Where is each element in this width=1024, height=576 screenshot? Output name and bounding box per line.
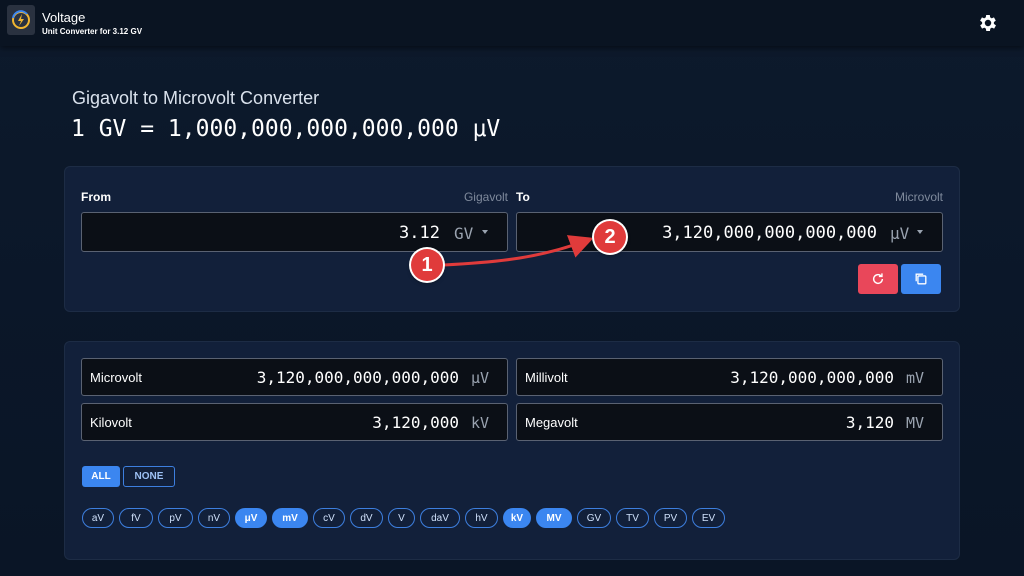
unit-toggle[interactable]: kV	[503, 508, 531, 528]
unit-toggle[interactable]: aV	[82, 508, 114, 528]
refresh-icon	[872, 273, 884, 285]
annotation-marker-1: 1	[411, 249, 443, 281]
app-subtitle: Unit Converter for 3.12 GV	[42, 27, 143, 36]
select-none-button[interactable]: NONE	[123, 466, 175, 487]
from-unit-name: Gigavolt	[463, 190, 508, 204]
result-unit: mV	[906, 369, 925, 387]
unit-toggle[interactable]: hV	[465, 508, 498, 528]
unit-toggle[interactable]: GV	[577, 508, 611, 528]
gear-icon[interactable]	[977, 12, 999, 34]
app-header: Voltage Unit Converter for 3.12 GV	[0, 0, 1024, 46]
chevron-down-icon[interactable]	[482, 230, 488, 234]
result-microvolt[interactable]: Microvolt 3,120,000,000,000,000 μV	[81, 358, 508, 396]
result-megavolt[interactable]: Megavolt 3,120 MV	[516, 403, 943, 441]
unit-toggle[interactable]: pV	[158, 508, 193, 528]
to-unit-name: Microvolt	[894, 190, 943, 204]
result-value: 3,120	[845, 413, 894, 432]
from-label: From	[81, 190, 111, 204]
result-unit: MV	[906, 414, 925, 432]
from-unit-select[interactable]: GV	[454, 224, 473, 243]
select-all-button[interactable]: ALL	[82, 466, 120, 487]
app-title: Voltage	[42, 10, 86, 25]
unit-toggle[interactable]: dV	[350, 508, 383, 528]
to-unit-select[interactable]: μV	[890, 224, 909, 243]
result-name: Millivolt	[525, 370, 568, 385]
chevron-down-icon[interactable]	[917, 230, 923, 234]
from-value: 3.12	[399, 223, 440, 243]
copy-button[interactable]	[901, 264, 941, 294]
result-name: Kilovolt	[90, 415, 132, 430]
to-label: To	[516, 190, 530, 204]
result-name: Microvolt	[90, 370, 143, 385]
unit-toggle[interactable]: daV	[420, 508, 460, 528]
result-name: Megavolt	[525, 415, 578, 430]
unit-toggle[interactable]: TV	[616, 508, 649, 528]
unit-toggle[interactable]: MV	[536, 508, 572, 528]
result-value: 3,120,000	[372, 413, 459, 432]
unit-filter-list: aV fV pV nV μV mV cV dV VdaV hV kV MV GV TV PV EV	[82, 508, 742, 528]
result-value: 3,120,000,000,000	[730, 368, 894, 387]
result-kilovolt[interactable]: Kilovolt 3,120,000 kV	[81, 403, 508, 441]
page-title: Gigavolt to Microvolt Converter	[72, 88, 320, 108]
result-value: 3,120,000,000,000,000	[256, 368, 459, 387]
unit-toggle[interactable]: mV	[272, 508, 308, 528]
copy-icon	[915, 273, 927, 285]
to-value: 3,120,000,000,000,000	[662, 223, 877, 243]
result-unit: kV	[471, 414, 490, 432]
unit-toggle[interactable]: PV	[654, 508, 687, 528]
conversion-formula: 1 GV = 1,000,000,000,000,000 μV	[71, 116, 501, 142]
annotation-marker-2: 2	[594, 221, 626, 253]
result-millivolt[interactable]: Millivolt 3,120,000,000,000 mV	[516, 358, 943, 396]
unit-toggle[interactable]: cV	[313, 508, 345, 528]
unit-toggle[interactable]: fV	[119, 508, 153, 528]
result-unit: μV	[471, 369, 490, 387]
unit-toggle[interactable]: EV	[692, 508, 725, 528]
unit-toggle[interactable]: V	[388, 508, 415, 528]
unit-toggle[interactable]: nV	[198, 508, 230, 528]
reset-button[interactable]	[858, 264, 898, 294]
unit-toggle[interactable]: μV	[235, 508, 267, 528]
from-input[interactable]: 3.12 GV	[81, 212, 508, 252]
to-input[interactable]: 3,120,000,000,000,000 μV	[516, 212, 943, 252]
voltage-logo-icon	[7, 5, 35, 35]
